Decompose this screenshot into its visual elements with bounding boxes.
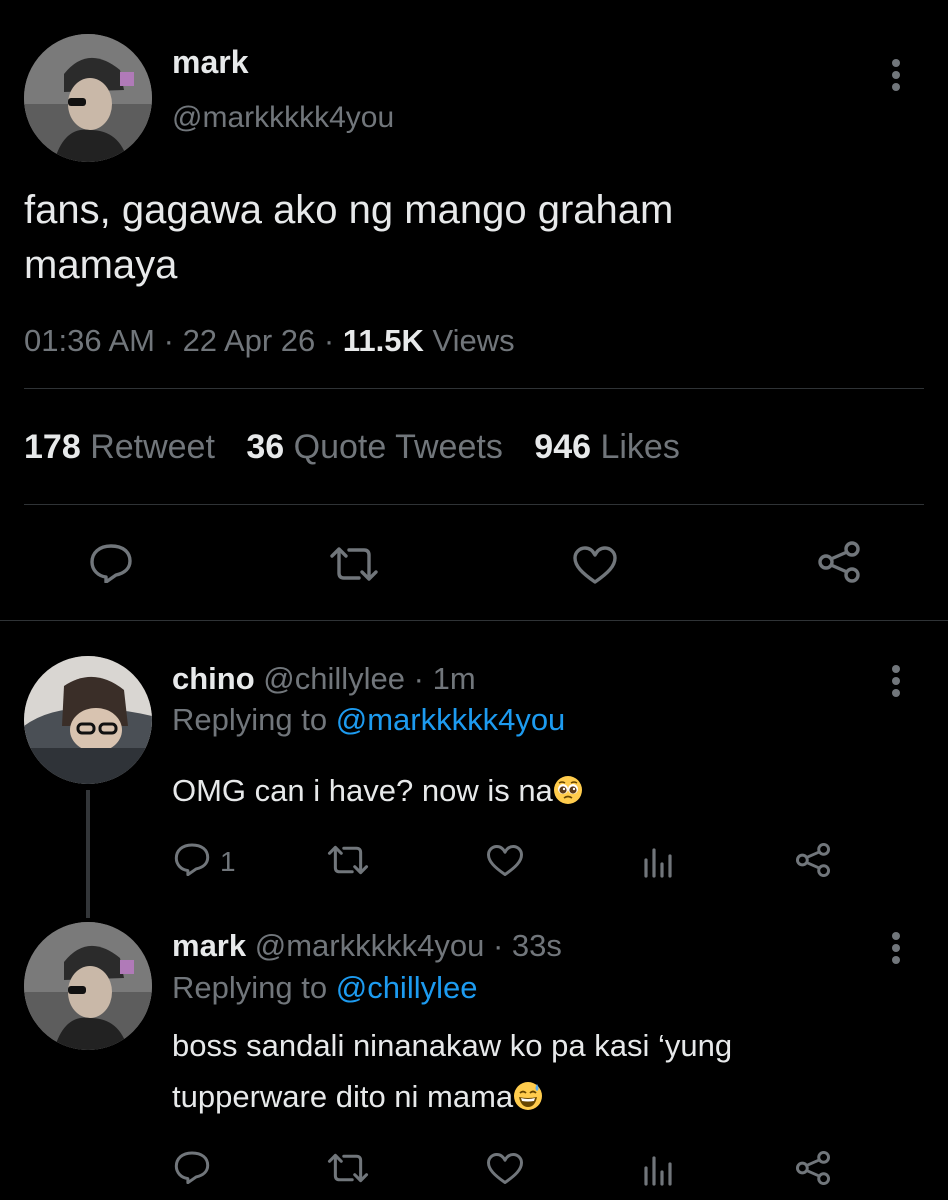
tweet-meta: 01:36 AM · 22 Apr 26 · 11.5K Views	[24, 323, 515, 359]
share-icon[interactable]	[816, 540, 862, 584]
replying-handle-link[interactable]: @chillylee	[336, 970, 478, 1005]
retweets-count: 178	[24, 428, 81, 466]
tweet-text-line-1: fans, gagawa ako ng mango graham	[24, 188, 674, 232]
more-options-icon[interactable]	[890, 58, 902, 92]
like-icon[interactable]	[486, 844, 524, 877]
separator: ·	[163, 323, 174, 358]
author-name[interactable]: mark	[172, 928, 246, 963]
author-name[interactable]: mark	[172, 44, 249, 81]
share-icon[interactable]	[794, 842, 832, 878]
reply-icon[interactable]	[88, 543, 134, 583]
section-divider	[0, 620, 948, 621]
separator: ·	[492, 928, 504, 963]
reply-header: chino @chillylee · 1m	[172, 661, 476, 697]
separator: ·	[413, 661, 424, 696]
reply-icon[interactable]	[173, 842, 211, 876]
avatar[interactable]	[24, 922, 152, 1050]
retweet-icon[interactable]	[326, 844, 370, 876]
views-count: 11.5K	[342, 323, 424, 358]
reply-header: mark @markkkkk4you · 33s	[172, 928, 562, 964]
replying-handle-link[interactable]: @markkkkk4you	[336, 702, 566, 737]
divider	[24, 504, 924, 505]
author-name[interactable]: chino	[172, 661, 255, 696]
grinning-face-with-sweat-emoji	[513, 1081, 543, 1111]
author-handle[interactable]: @chillylee	[263, 661, 405, 696]
replying-label: Replying to	[172, 702, 328, 737]
tweet-stats: 178 Retweet 36 Quote Tweets 946 Likes	[24, 428, 680, 467]
reply-text-content: tupperware dito ni mama	[172, 1079, 514, 1114]
replying-label: Replying to	[172, 970, 328, 1005]
author-handle[interactable]: @markkkkk4you	[172, 101, 394, 135]
avatar[interactable]	[24, 656, 152, 784]
reply-text-line-1: boss sandali ninanakaw ko pa kasi ‘yung	[172, 1028, 733, 1063]
reply-time: 1m	[432, 661, 476, 696]
like-icon[interactable]	[572, 545, 618, 585]
retweet-icon[interactable]	[326, 1152, 370, 1184]
more-options-icon[interactable]	[890, 931, 902, 965]
retweet-icon[interactable]	[328, 545, 380, 583]
reply-icon[interactable]	[173, 1150, 211, 1184]
quotes-stat[interactable]: 36 Quote Tweets	[246, 428, 512, 466]
more-options-icon[interactable]	[890, 664, 902, 698]
analytics-icon[interactable]	[642, 846, 674, 878]
avatar[interactable]	[24, 34, 152, 162]
reply-count: 1	[220, 846, 236, 877]
likes-count: 946	[534, 428, 592, 466]
divider	[24, 388, 924, 389]
reply-text-content: OMG can i have? now is na	[172, 773, 553, 808]
retweets-stat[interactable]: 178 Retweet	[24, 428, 224, 466]
retweets-label: Retweet	[90, 428, 215, 466]
reply-text: OMG can i have? now is na	[172, 773, 583, 809]
replying-to: Replying to @markkkkk4you	[172, 702, 565, 738]
separator: ·	[323, 323, 335, 358]
analytics-icon[interactable]	[642, 1154, 674, 1186]
likes-label: Likes	[600, 428, 680, 466]
tweet-time: 01:36 AM	[24, 323, 155, 358]
reply-text-line-2: tupperware dito ni mama	[172, 1079, 543, 1115]
author-handle[interactable]: @markkkkk4you	[255, 928, 485, 963]
tweet-text-line-2: mamaya	[24, 243, 178, 287]
thread-line	[86, 790, 90, 918]
views-label: Views	[432, 323, 515, 358]
like-icon[interactable]	[486, 1152, 524, 1185]
reply-time: 33s	[511, 928, 562, 963]
pleading-face-emoji	[553, 775, 583, 805]
quotes-label: Quote Tweets	[293, 428, 503, 466]
tweet-date: 22 Apr 26	[182, 323, 316, 358]
share-icon[interactable]	[794, 1150, 832, 1186]
quotes-count: 36	[246, 428, 285, 466]
replying-to: Replying to @chillylee	[172, 970, 477, 1006]
likes-stat[interactable]: 946 Likes	[534, 428, 680, 466]
